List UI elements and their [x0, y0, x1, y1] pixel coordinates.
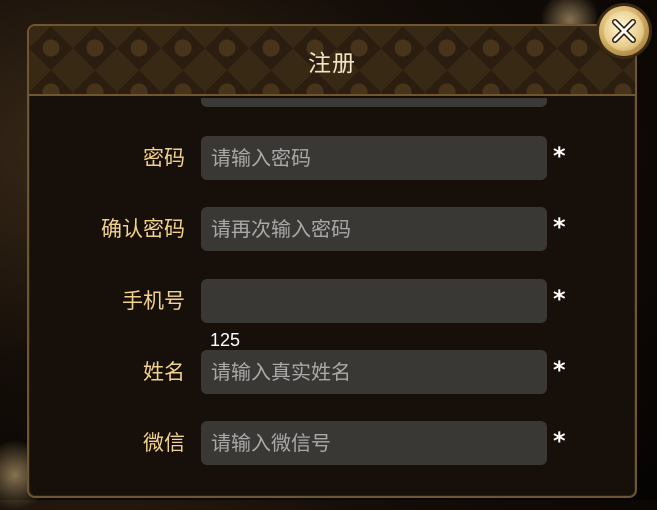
- wechat-input[interactable]: [201, 421, 547, 465]
- password-input[interactable]: [201, 136, 547, 180]
- phone-input[interactable]: [201, 279, 547, 323]
- confirm-password-input[interactable]: [201, 207, 547, 251]
- overlay-number: 125: [210, 330, 241, 350]
- close-button[interactable]: [599, 6, 649, 56]
- wechat-label: 微信: [143, 431, 185, 455]
- confirm-password-label: 确认密码: [101, 217, 185, 241]
- required-mark: *: [553, 213, 566, 241]
- dialog-title: 注册: [308, 51, 356, 77]
- required-mark: *: [553, 427, 566, 455]
- form-row-wechat: 微信 *: [29, 421, 635, 465]
- name-input[interactable]: [201, 350, 547, 394]
- password-label: 密码: [143, 146, 185, 170]
- form-row-password: 密码 *: [29, 136, 635, 180]
- close-icon: [604, 11, 644, 51]
- register-dialog: 注册 密码 * 确认密码 * 手机号 * 姓名 * 微信 *: [27, 24, 637, 498]
- required-mark: *: [553, 142, 566, 170]
- required-mark: *: [553, 356, 566, 384]
- form-row-confirm-password: 确认密码 *: [29, 207, 635, 251]
- required-mark: *: [553, 285, 566, 313]
- dialog-header: 注册: [29, 26, 635, 96]
- name-label: 姓名: [143, 360, 185, 384]
- previous-input-edge: [201, 98, 547, 107]
- form-row-phone: 手机号 *: [29, 279, 635, 323]
- form-row-name: 姓名 *: [29, 350, 635, 394]
- phone-label: 手机号: [122, 289, 185, 313]
